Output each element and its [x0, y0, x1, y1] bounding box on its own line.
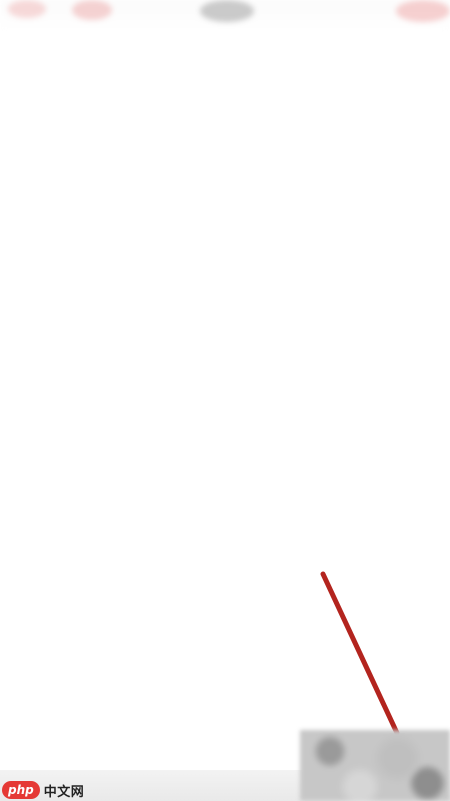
blurred-icon[interactable] [8, 0, 46, 18]
blurred-icon[interactable] [72, 0, 112, 20]
pixelated-region [300, 730, 450, 801]
blurred-icon[interactable] [200, 0, 254, 22]
blurred-icon[interactable] [396, 0, 450, 22]
logo-badge: php [2, 781, 40, 799]
main-content-area [0, 34, 450, 772]
logo-text: 中文网 [43, 784, 85, 800]
blurred-top-bar [0, 0, 450, 34]
site-logo: php 中文网 [2, 780, 84, 800]
